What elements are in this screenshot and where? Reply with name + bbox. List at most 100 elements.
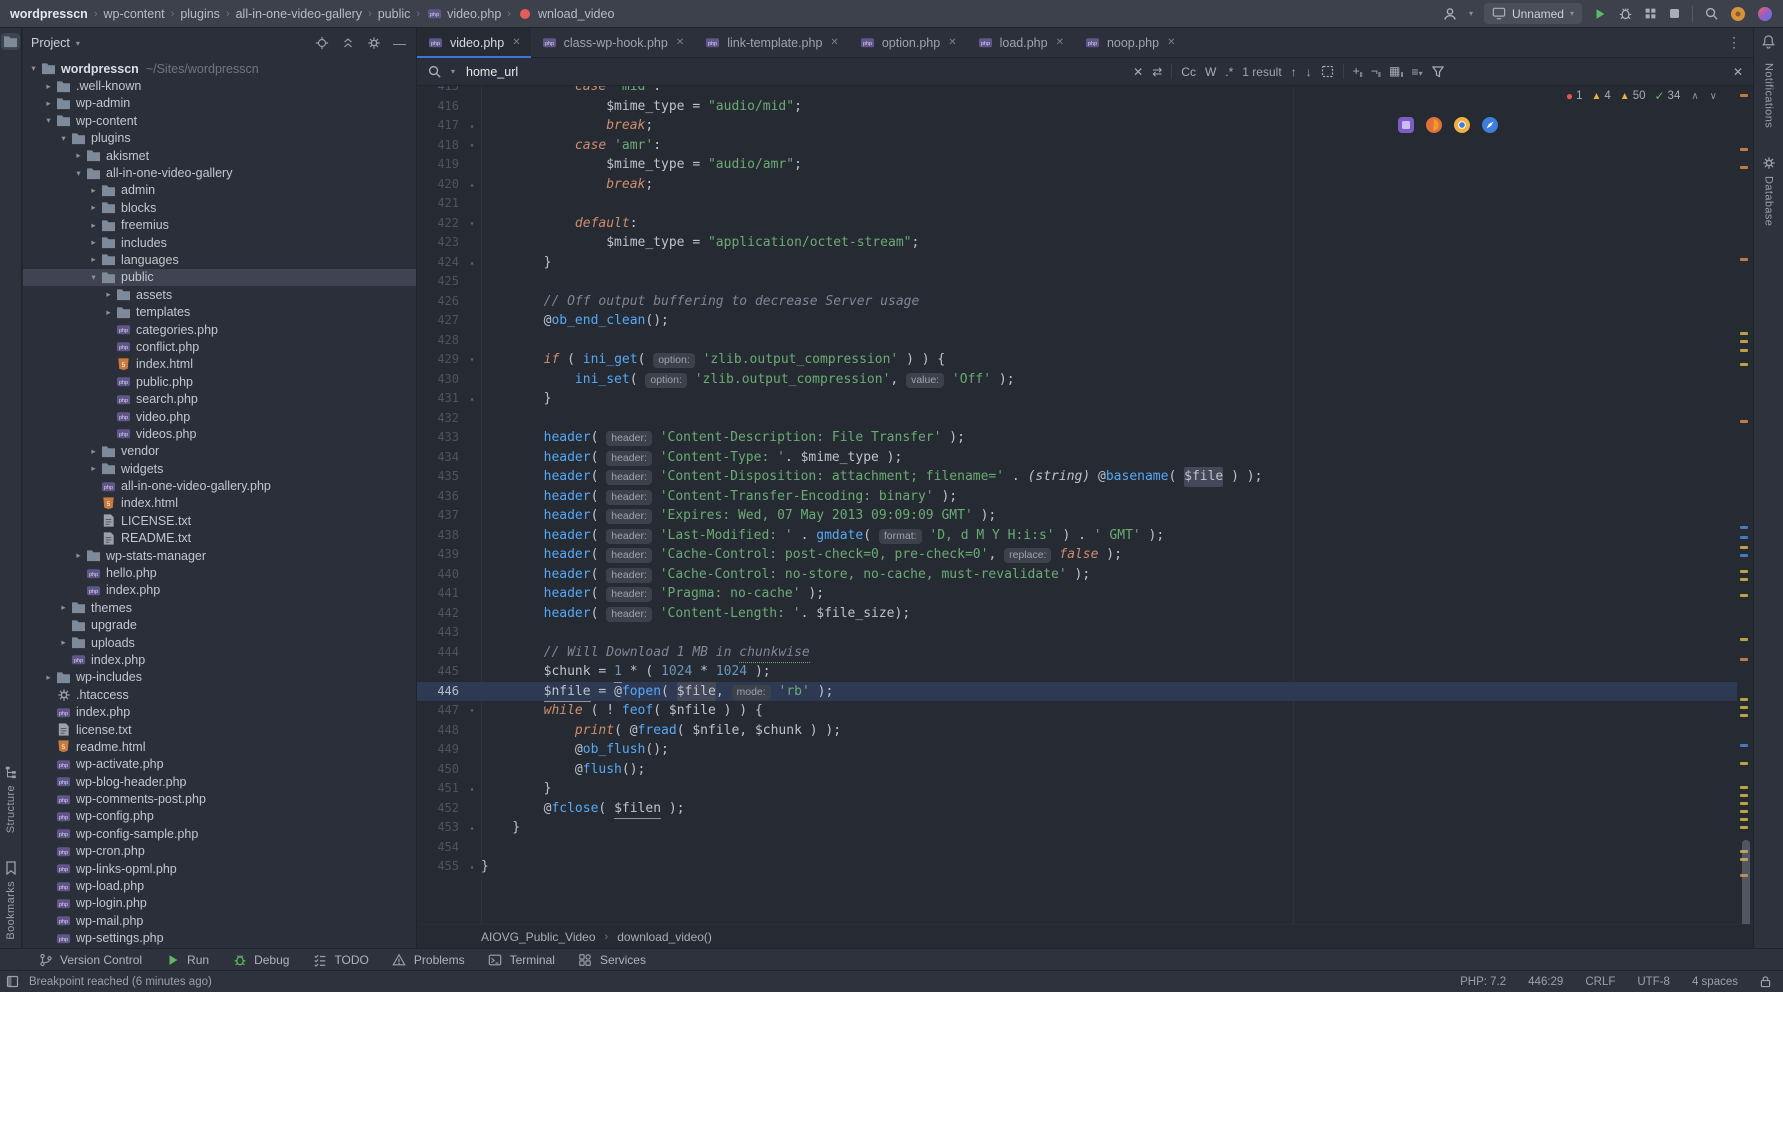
- project-title[interactable]: Project: [31, 36, 70, 50]
- tree-item-wp-admin[interactable]: ▸wp-admin: [23, 95, 416, 112]
- editor-tab-class-wp-hook-php[interactable]: phpclass-wp-hook.php✕: [531, 28, 695, 58]
- tree-toggle-icon[interactable]: ▸: [87, 463, 100, 474]
- code-line-424[interactable]: 424▴ }: [417, 253, 1737, 273]
- tree-item-wp-content[interactable]: ▾wp-content: [23, 112, 416, 129]
- close-tab-icon[interactable]: ✕: [1056, 37, 1064, 48]
- browser-chrome-icon[interactable]: [1453, 116, 1471, 134]
- tree-item-wordpresscn[interactable]: ▾wordpresscn~/Sites/wordpresscn: [23, 60, 416, 77]
- tree-toggle-icon[interactable]: ▾: [42, 115, 55, 126]
- code-line-445[interactable]: 445 $chunk = 1 * ( 1024 * 1024 );: [417, 662, 1737, 682]
- tree-toggle-icon[interactable]: ▸: [87, 202, 100, 213]
- tree-item-readme-txt[interactable]: README.txt: [23, 530, 416, 547]
- stripe-notifications[interactable]: Notifications: [1763, 63, 1775, 128]
- tree-item-index-php[interactable]: phpindex.php: [23, 582, 416, 599]
- code-line-454[interactable]: 454: [417, 838, 1737, 858]
- tree-item-wp-activate-php[interactable]: phpwp-activate.php: [23, 756, 416, 773]
- tree-item-akismet[interactable]: ▸akismet: [23, 147, 416, 164]
- tree-item-conflict-php[interactable]: phpconflict.php: [23, 338, 416, 355]
- tree-toggle-icon[interactable]: ▸: [102, 307, 115, 318]
- fold-marker-icon[interactable]: ▴: [463, 253, 481, 273]
- stop-button[interactable]: [1668, 7, 1681, 20]
- code-line-415[interactable]: 415 case 'mid':: [417, 86, 1737, 97]
- status-446-29[interactable]: 446:29: [1528, 976, 1563, 988]
- filter-icon[interactable]: [1432, 66, 1444, 78]
- tree-item-assets[interactable]: ▸assets: [23, 286, 416, 303]
- tree-toggle-icon[interactable]: ▾: [72, 168, 85, 179]
- code-line-434[interactable]: 434 header( header: 'Content-Type: '. $m…: [417, 448, 1737, 468]
- tree-toggle-icon[interactable]: ▸: [102, 289, 115, 300]
- close-tab-icon[interactable]: ✕: [1167, 37, 1175, 48]
- code-line-444[interactable]: 444 // Will Download 1 MB in chunkwise: [417, 643, 1737, 663]
- editor-tab-load-php[interactable]: phpload.php✕: [967, 28, 1074, 58]
- previous-occurrence-icon[interactable]: ↑: [1291, 65, 1297, 79]
- stripe-database[interactable]: Database: [1760, 154, 1777, 226]
- tree-toggle-icon[interactable]: ▾: [57, 133, 70, 144]
- tree-item-wp-includes[interactable]: ▸wp-includes: [23, 669, 416, 686]
- code-line-453[interactable]: 453▴ }: [417, 818, 1737, 838]
- tree-toggle-icon[interactable]: ▸: [42, 672, 55, 683]
- tree-toggle-icon[interactable]: ▸: [87, 185, 100, 196]
- fold-marker-icon[interactable]: ▴: [463, 857, 481, 877]
- breadcrumb-wp-content[interactable]: wp-content: [103, 7, 164, 21]
- tree-item-upgrade[interactable]: upgrade: [23, 617, 416, 634]
- exclude-comments-icon[interactable]: ¬II: [1371, 64, 1380, 79]
- lock-icon[interactable]: [1760, 975, 1771, 988]
- tree-item-vendor[interactable]: ▸vendor: [23, 443, 416, 460]
- browser-safari-icon[interactable]: [1481, 116, 1499, 134]
- tree-item-wp-stats-manager[interactable]: ▸wp-stats-manager: [23, 547, 416, 564]
- chevron-down-icon[interactable]: ▾: [76, 39, 80, 48]
- search-toggle-w[interactable]: W: [1205, 65, 1216, 79]
- tree-item-public[interactable]: ▾public: [23, 269, 416, 286]
- toolwindow-problems[interactable]: Problems: [380, 949, 476, 971]
- editor-tab-noop-php[interactable]: phpnoop.php✕: [1074, 28, 1186, 58]
- code-line-417[interactable]: 417▴ break;: [417, 116, 1737, 136]
- tree-item-includes[interactable]: ▸includes: [23, 234, 416, 251]
- more-options-icon[interactable]: ⋮: [1727, 34, 1741, 51]
- notifications-bell-icon[interactable]: [1761, 34, 1776, 49]
- tree-toggle-icon[interactable]: ▸: [42, 98, 55, 109]
- next-occurrence-icon[interactable]: ↓: [1306, 65, 1312, 79]
- tree-item-admin[interactable]: ▸admin: [23, 182, 416, 199]
- toolwindow-services[interactable]: Services: [566, 949, 657, 971]
- tree-item-public-php[interactable]: phppublic.php: [23, 373, 416, 390]
- profiler-button[interactable]: [1644, 7, 1657, 20]
- code-line-436[interactable]: 436 header( header: 'Content-Transfer-En…: [417, 487, 1737, 507]
- search-in-strings-icon[interactable]: ▦II: [1389, 64, 1403, 79]
- status-4-spaces[interactable]: 4 spaces: [1692, 976, 1738, 988]
- code-line-450[interactable]: 450 @flush();: [417, 760, 1737, 780]
- tree-item-wp-cron-php[interactable]: phpwp-cron.php: [23, 843, 416, 860]
- fold-marker-icon[interactable]: ▴: [463, 116, 481, 136]
- search-options-icon[interactable]: ≡▾: [1412, 65, 1423, 79]
- tree-item-wp-comments-post-php[interactable]: phpwp-comments-post.php: [23, 790, 416, 807]
- tree-item-languages[interactable]: ▸languages: [23, 251, 416, 268]
- code-line-433[interactable]: 433 header( header: 'Content-Description…: [417, 428, 1737, 448]
- tree-item-templates[interactable]: ▸templates: [23, 303, 416, 320]
- tree-item-wp-links-opml-php[interactable]: phpwp-links-opml.php: [23, 860, 416, 877]
- code-line-423[interactable]: 423 $mime_type = "application/octet-stre…: [417, 233, 1737, 253]
- new-line-icon[interactable]: ⇄: [1152, 65, 1162, 79]
- tree-item-blocks[interactable]: ▸blocks: [23, 199, 416, 216]
- hide-panel-icon[interactable]: —: [393, 36, 406, 51]
- code-line-449[interactable]: 449 @ob_flush();: [417, 740, 1737, 760]
- breadcrumb-plugins[interactable]: plugins: [180, 7, 220, 21]
- tree-toggle-icon[interactable]: ▸: [42, 81, 55, 92]
- profile-badge-icon[interactable]: [1757, 6, 1773, 22]
- editor-breadcrumb-aiovg-public-video[interactable]: AIOVG_Public_Video: [481, 930, 596, 944]
- status-crlf[interactable]: CRLF: [1585, 976, 1615, 988]
- tree-item-uploads[interactable]: ▸uploads: [23, 634, 416, 651]
- tree-toggle-icon[interactable]: ▾: [27, 63, 40, 74]
- debug-button[interactable]: [1618, 6, 1633, 21]
- editor-scrollbar[interactable]: [1737, 86, 1753, 924]
- code-line-440[interactable]: 440 header( header: 'Cache-Control: no-s…: [417, 565, 1737, 585]
- tree-toggle-icon[interactable]: ▸: [57, 637, 70, 648]
- code-line-447[interactable]: 447▾ while ( ! feof( $nfile ) ) {: [417, 701, 1737, 721]
- tree-item-wp-settings-php[interactable]: phpwp-settings.php: [23, 930, 416, 947]
- status-message[interactable]: Breakpoint reached (6 minutes ago): [29, 976, 212, 988]
- close-search-icon[interactable]: ✕: [1733, 65, 1743, 79]
- previous-problem-icon[interactable]: ∧: [1691, 91, 1698, 102]
- tree-toggle-icon[interactable]: ▸: [72, 550, 85, 561]
- breadcrumb-public[interactable]: public: [378, 7, 411, 21]
- tree-item-license-txt[interactable]: license.txt: [23, 721, 416, 738]
- inspections-widget[interactable]: ●1 ▲4 ▲50 ✓34 ∧ ∨: [1566, 89, 1717, 103]
- code-line-431[interactable]: 431▴ }: [417, 389, 1737, 409]
